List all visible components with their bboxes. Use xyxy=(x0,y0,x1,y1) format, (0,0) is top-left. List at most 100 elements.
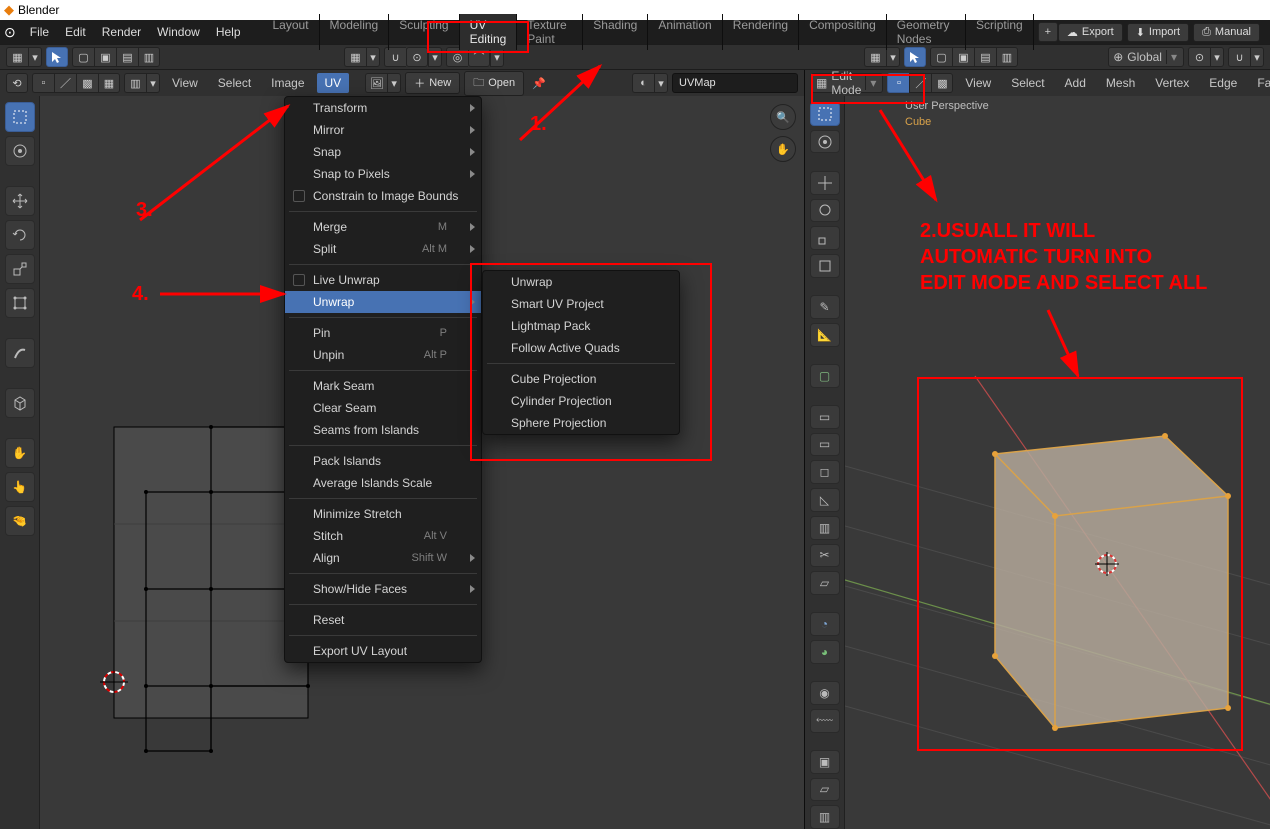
uv-menu-snap-to-pixels[interactable]: Snap to Pixels xyxy=(285,163,481,185)
menu-render[interactable]: Render xyxy=(94,21,149,43)
v3d-cursor[interactable] xyxy=(810,130,840,154)
select-box-tool[interactable] xyxy=(5,102,35,132)
relax-tool[interactable]: 👆 xyxy=(5,472,35,502)
new-image-button[interactable]: ＋New xyxy=(405,72,460,94)
snap-menu2[interactable]: ▾ xyxy=(428,47,442,67)
uv-face-select[interactable]: ▩ xyxy=(76,73,98,93)
snap-menu[interactable]: ▾ xyxy=(366,47,380,67)
falloff-icon[interactable]: ⌒ xyxy=(468,47,490,67)
uv-menu-seams-from-islands[interactable]: Seams from Islands xyxy=(285,419,481,441)
snap-vertex-icon[interactable]: ⊙ xyxy=(406,47,428,67)
view3d-editor-arrow[interactable]: ▾ xyxy=(886,47,900,67)
uv-menu-clear-seam[interactable]: Clear Seam xyxy=(285,397,481,419)
render-slot-dropdown[interactable]: ◐ xyxy=(632,73,654,93)
view3d-face-menu[interactable]: Face xyxy=(1249,73,1270,93)
open-image-button[interactable]: 🗀Open xyxy=(464,71,524,96)
pivot-menu[interactable]: ▾ xyxy=(1210,47,1224,67)
uv-menu-merge[interactable]: MergeM xyxy=(285,216,481,238)
uv-menu-minimize-stretch[interactable]: Minimize Stretch xyxy=(285,503,481,525)
menu-file[interactable]: File xyxy=(22,21,57,43)
unwrap-lightmap-pack[interactable]: Lightmap Pack xyxy=(483,315,679,337)
v3d-extrude-manifold[interactable]: ▭ xyxy=(810,433,840,457)
view3d-view-menu[interactable]: View xyxy=(957,73,999,93)
workspace-tab-geometry-nodes[interactable]: Geometry Nodes xyxy=(887,14,966,50)
pivot-icon[interactable]: ⊙ xyxy=(1188,47,1210,67)
uv-menu-constrain-to-image-bounds[interactable]: Constrain to Image Bounds xyxy=(285,185,481,207)
view3d-vertex-menu[interactable]: Vertex xyxy=(1147,73,1197,93)
zoom-icon[interactable]: 🔍 xyxy=(770,104,796,130)
v3d-inset[interactable]: ◻ xyxy=(810,460,840,484)
drag-option-3[interactable]: ▤ xyxy=(974,47,996,67)
workspace-tab-rendering[interactable]: Rendering xyxy=(723,14,799,50)
unwrap-sphere-projection[interactable]: Sphere Projection xyxy=(483,412,679,434)
uv-view-menu[interactable]: View xyxy=(164,73,206,93)
v3d-loopcut[interactable]: ▥ xyxy=(810,516,840,540)
v3d-smooth[interactable]: ◉ xyxy=(810,681,840,705)
view3d-canvas[interactable]: User Perspective Cube xyxy=(845,96,1270,829)
cursor-tool[interactable] xyxy=(5,136,35,166)
uv-menu-align[interactable]: AlignShift W xyxy=(285,547,481,569)
v3d-transform[interactable] xyxy=(810,254,840,278)
drag-option-2[interactable]: ▣ xyxy=(952,47,974,67)
v3d-polybuild[interactable]: ▱ xyxy=(810,571,840,595)
vertex-select-mode[interactable]: ▫ xyxy=(887,73,909,93)
workspace-tab-compositing[interactable]: Compositing xyxy=(799,14,887,50)
workspace-tab-texture-paint[interactable]: Texture Paint xyxy=(517,14,583,50)
render-slot-arrow[interactable]: ▾ xyxy=(654,73,668,93)
uv-sticky-dropdown[interactable]: ▥ xyxy=(124,73,146,93)
uv-menu-split[interactable]: SplitAlt M xyxy=(285,238,481,260)
view3d-edge-menu[interactable]: Edge xyxy=(1201,73,1245,93)
v3d-spin[interactable]: ◔ xyxy=(810,612,840,636)
export-button[interactable]: ☁Export xyxy=(1058,23,1123,42)
uv-vertex-select[interactable]: ▫ xyxy=(32,73,54,93)
snap3d-toggle[interactable]: ∪ xyxy=(1228,47,1250,67)
uv-menu-unpin[interactable]: UnpinAlt P xyxy=(285,344,481,366)
annotate-tool[interactable] xyxy=(5,338,35,368)
v3d-shrink[interactable]: ▣ xyxy=(810,750,840,774)
select-mode-invert[interactable]: ▥ xyxy=(138,47,160,67)
pinch-tool[interactable]: 🤏 xyxy=(5,506,35,536)
v3d-annotate[interactable]: ✎ xyxy=(810,295,840,319)
image-link-dropdown[interactable]: 🖼 xyxy=(365,73,387,93)
select-mode-subtract[interactable]: ▤ xyxy=(116,47,138,67)
editor-type-arrow[interactable]: ▾ xyxy=(28,47,42,67)
uv-menu-show-hide-faces[interactable]: Show/Hide Faces xyxy=(285,578,481,600)
v3d-extrude-region[interactable]: ▭ xyxy=(810,405,840,429)
menu-help[interactable]: Help xyxy=(208,21,249,43)
uv-menu-pin[interactable]: PinP xyxy=(285,322,481,344)
drag-option-4[interactable]: ▥ xyxy=(996,47,1018,67)
pin-icon[interactable]: 📌 xyxy=(528,73,550,93)
v3d-slide[interactable]: ⬳ xyxy=(810,709,840,733)
v3d-add-cube[interactable]: ▢ xyxy=(810,364,840,388)
uv-menu-mirror[interactable]: Mirror xyxy=(285,119,481,141)
unwrap-follow-active-quads[interactable]: Follow Active Quads xyxy=(483,337,679,359)
uv-menu-unwrap[interactable]: Unwrap xyxy=(285,291,481,313)
uv-select-menu[interactable]: Select xyxy=(210,73,259,93)
view3d-add-menu[interactable]: Add xyxy=(1057,73,1094,93)
grab-tool[interactable]: ✋ xyxy=(5,438,35,468)
view3d-cursor-tool[interactable] xyxy=(904,47,926,67)
workspace-tab-uv-editing[interactable]: UV Editing xyxy=(460,14,518,50)
workspace-tab-layout[interactable]: Layout xyxy=(263,14,320,50)
select-mode-extend[interactable]: ▣ xyxy=(94,47,116,67)
unwrap-cube-projection[interactable]: Cube Projection xyxy=(483,368,679,390)
uvmap-field[interactable]: UVMap xyxy=(672,73,798,93)
magnet-icon[interactable]: ∪ xyxy=(384,47,406,67)
v3d-scale[interactable] xyxy=(810,226,840,250)
uv-cube-tool[interactable] xyxy=(5,388,35,418)
v3d-rotate[interactable] xyxy=(810,199,840,223)
cursor-tool-icon[interactable] xyxy=(46,47,68,67)
uv-menu-mark-seam[interactable]: Mark Seam xyxy=(285,375,481,397)
view3d-select-menu[interactable]: Select xyxy=(1003,73,1052,93)
scale-tool[interactable] xyxy=(5,254,35,284)
transform-tool[interactable] xyxy=(5,288,35,318)
unwrap-smart-uv-project[interactable]: Smart UV Project xyxy=(483,293,679,315)
import-button[interactable]: ⬇Import xyxy=(1127,23,1189,42)
v3d-rip[interactable]: ▥ xyxy=(810,805,840,829)
uv-menu-reset[interactable]: Reset xyxy=(285,609,481,631)
view3d-mesh-menu[interactable]: Mesh xyxy=(1098,73,1143,93)
drag-option-1[interactable]: ▢ xyxy=(930,47,952,67)
workspace-tab-shading[interactable]: Shading xyxy=(583,14,648,50)
menu-edit[interactable]: Edit xyxy=(57,21,94,43)
uv-menu-live-unwrap[interactable]: Live Unwrap xyxy=(285,269,481,291)
